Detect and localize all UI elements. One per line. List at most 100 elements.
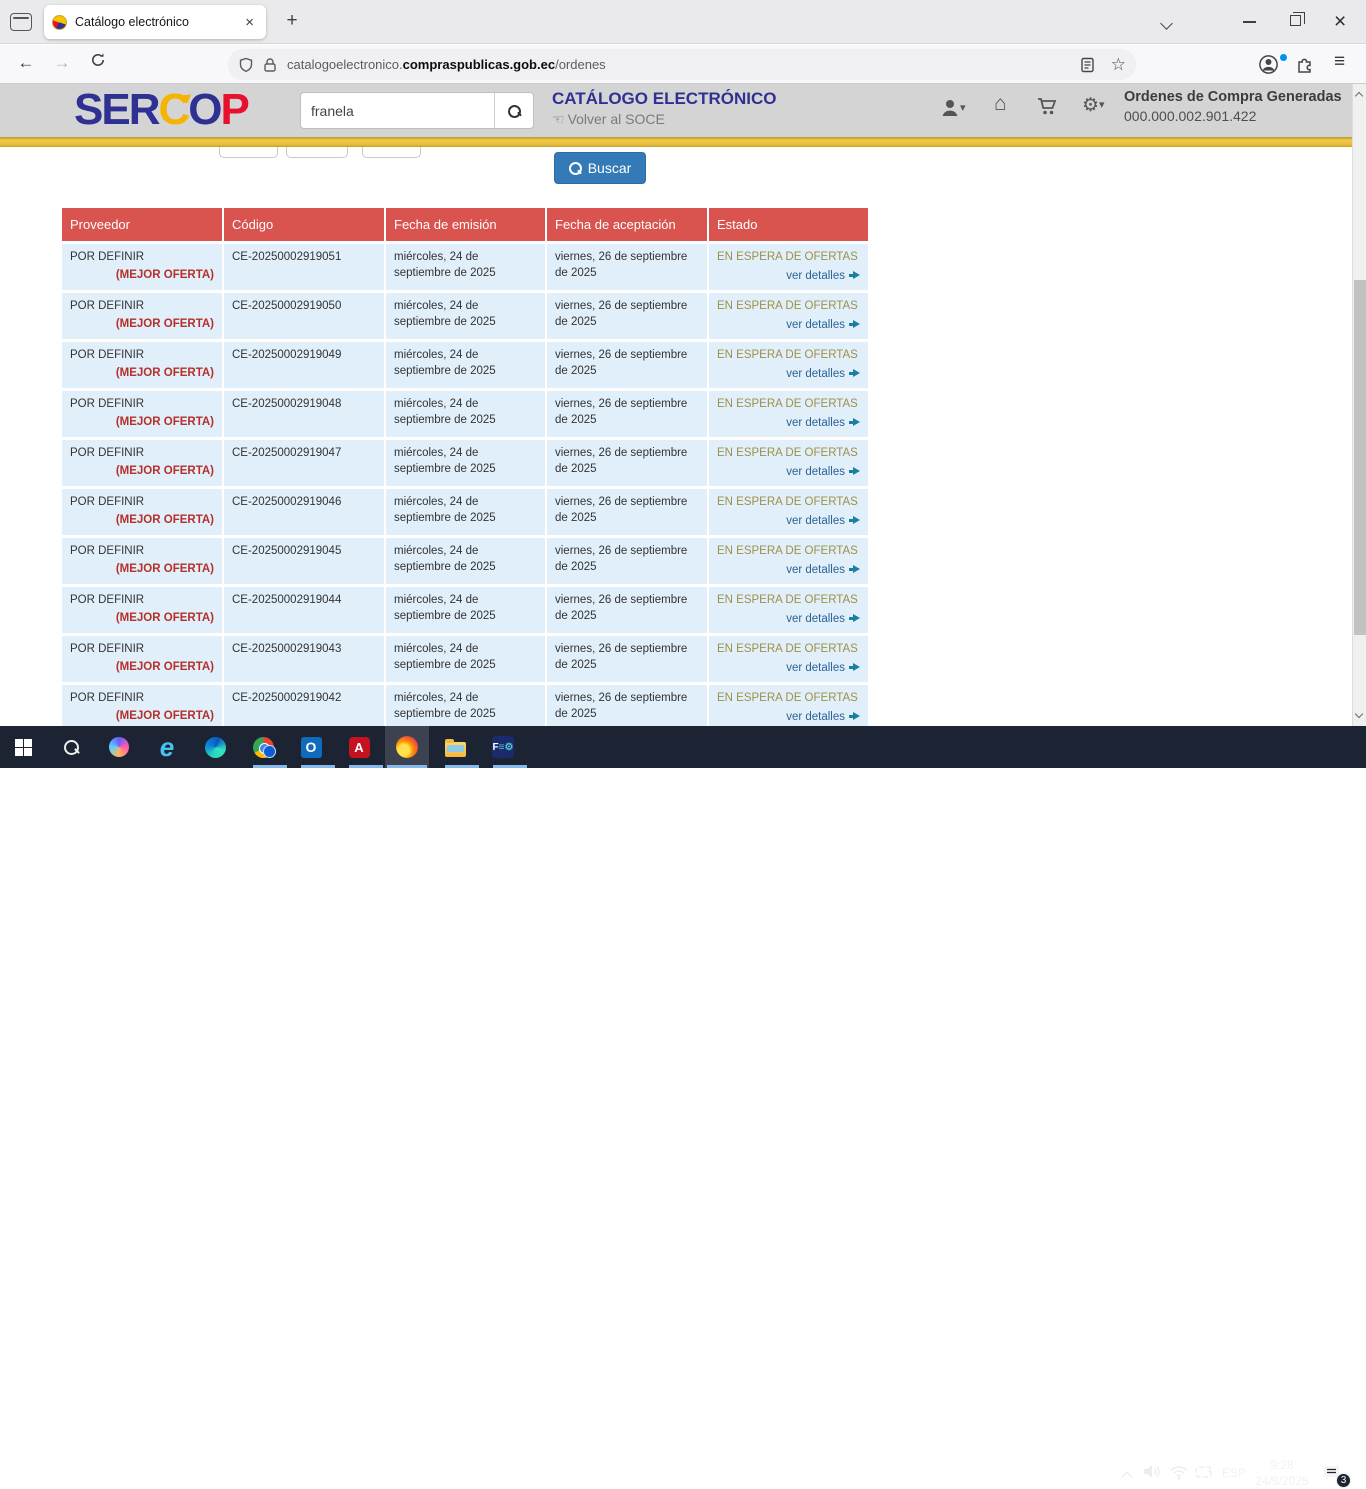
copilot-icon[interactable] — [107, 735, 131, 759]
best-offer-label: (MEJOR OFERTA) — [70, 660, 214, 676]
cart-icon[interactable] — [1037, 97, 1059, 122]
ver-detalles-link[interactable]: ver detalles — [786, 319, 845, 331]
scrollbar-thumb[interactable] — [1354, 280, 1366, 635]
acceptance-date: viernes, 26 de septiembre de 2025 — [547, 391, 707, 437]
acceptance-date: viernes, 26 de septiembre de 2025 — [547, 440, 707, 486]
order-code: CE-20250002919045 — [224, 538, 384, 584]
arrow-right-icon — [849, 418, 860, 427]
col-fecha-aceptacion: Fecha de aceptación — [547, 208, 707, 241]
tray-chevron-up-icon[interactable] — [1122, 1471, 1133, 1479]
window-restore-button[interactable] — [1290, 15, 1301, 26]
emission-date: miércoles, 24 de septiembre de 2025 — [386, 538, 545, 584]
volume-icon[interactable] — [1143, 1463, 1162, 1485]
ver-detalles-link[interactable]: ver detalles — [786, 466, 845, 478]
provider-name: POR DEFINIR — [70, 544, 214, 560]
forward-button: → — [50, 53, 74, 73]
scroll-up-icon[interactable] — [1356, 91, 1364, 99]
tab-close-icon[interactable]: × — [241, 14, 258, 31]
ver-detalles-link[interactable]: ver detalles — [786, 270, 845, 282]
chrome-icon[interactable] — [251, 735, 275, 759]
emission-date: miércoles, 24 de septiembre de 2025 — [386, 244, 545, 290]
status-label: EN ESPERA DE OFERTAS — [717, 642, 860, 658]
window-minimize-button[interactable] — [1243, 21, 1256, 23]
best-offer-label: (MEJOR OFERTA) — [70, 317, 214, 333]
status-label: EN ESPERA DE OFERTAS — [717, 299, 860, 315]
page-scrollbar[interactable] — [1352, 84, 1366, 726]
provider-name: POR DEFINIR — [70, 495, 214, 511]
ver-detalles-link[interactable]: ver detalles — [786, 711, 845, 723]
back-button[interactable]: ← — [14, 53, 38, 73]
col-estado: Estado — [709, 208, 868, 241]
home-icon[interactable]: ⌂ — [994, 93, 1007, 114]
best-offer-label: (MEJOR OFERTA) — [70, 464, 214, 480]
ver-detalles-link[interactable]: ver detalles — [786, 564, 845, 576]
ver-detalles-link[interactable]: ver detalles — [786, 515, 845, 527]
acceptance-date: viernes, 26 de septiembre de 2025 — [547, 685, 707, 726]
order-code: CE-20250002919047 — [224, 440, 384, 486]
browser-titlebar: Catálogo electrónico × + × — [0, 0, 1366, 44]
new-tab-button[interactable]: + — [280, 10, 304, 32]
catalog-search-button[interactable] — [494, 93, 533, 128]
ver-detalles-link[interactable]: ver detalles — [786, 613, 845, 625]
menu-hamburger-icon[interactable]: ≡ — [1334, 51, 1345, 73]
tab-list-chevron-icon[interactable] — [1162, 17, 1173, 28]
wifi-icon[interactable] — [1169, 1464, 1189, 1485]
firefox-view-icon[interactable] — [10, 13, 32, 31]
status-label: EN ESPERA DE OFERTAS — [717, 250, 860, 266]
reload-button[interactable] — [86, 52, 110, 73]
status-label: EN ESPERA DE OFERTAS — [717, 397, 860, 413]
extensions-puzzle-icon[interactable] — [1296, 55, 1314, 78]
table-row: POR DEFINIR (MEJOR OFERTA) CE-20250002919… — [62, 440, 868, 486]
best-offer-label: (MEJOR OFERTA) — [70, 611, 214, 627]
arrow-right-icon — [849, 320, 860, 329]
url-bar[interactable]: catalogoelectronico.compraspublicas.gob.… — [228, 49, 1136, 80]
order-code: CE-20250002919051 — [224, 244, 384, 290]
edge-icon[interactable] — [203, 735, 227, 759]
bookmark-star-icon[interactable]: ☆ — [1111, 55, 1126, 75]
provider-name: POR DEFINIR — [70, 642, 214, 658]
ver-detalles-link[interactable]: ver detalles — [786, 662, 845, 674]
provider-name: POR DEFINIR — [70, 446, 214, 462]
settings-menu-button[interactable]: ⚙▾ — [1082, 95, 1105, 116]
ver-detalles-link[interactable]: ver detalles — [786, 368, 845, 380]
volver-al-soce-link[interactable]: ☜Volver al SOCE — [552, 111, 665, 128]
provider-name: POR DEFINIR — [70, 250, 214, 266]
taskbar-clock[interactable]: 9:2824/9/2025 — [1247, 1457, 1317, 1489]
user-menu-button[interactable]: ▾ — [941, 98, 966, 119]
outlook-icon[interactable]: O — [299, 735, 323, 759]
start-button[interactable] — [11, 735, 35, 759]
browser-navbar: ← → catalogoelectronico.compraspublicas.… — [0, 45, 1366, 84]
arrow-right-icon — [849, 369, 860, 378]
sercop-logo[interactable]: SERCOP — [74, 85, 248, 135]
scroll-down-icon[interactable] — [1356, 711, 1364, 719]
file-explorer-icon[interactable] — [443, 735, 467, 759]
catalog-search-input[interactable] — [301, 93, 494, 128]
arrow-right-icon — [849, 467, 860, 476]
provider-name: POR DEFINIR — [70, 348, 214, 364]
site-favicon-icon — [52, 15, 67, 30]
account-notification-dot — [1280, 54, 1287, 61]
display-device-icon[interactable] — [1194, 1464, 1214, 1485]
internet-explorer-icon[interactable]: e — [155, 735, 179, 759]
f-app-icon[interactable]: F≡⚙ — [491, 735, 515, 759]
status-label: EN ESPERA DE OFERTAS — [717, 593, 860, 609]
table-header-row: Proveedor Código Fecha de emisión Fecha … — [62, 208, 868, 241]
shield-icon[interactable] — [238, 57, 254, 73]
taskbar-search-icon[interactable] — [59, 735, 83, 759]
lock-icon[interactable] — [263, 57, 277, 73]
language-indicator[interactable]: ESP — [1222, 1466, 1246, 1480]
window-close-button[interactable]: × — [1334, 10, 1346, 34]
reader-view-icon[interactable] — [1080, 57, 1095, 73]
account-icon[interactable] — [1258, 54, 1279, 80]
ver-detalles-link[interactable]: ver detalles — [786, 417, 845, 429]
order-code: CE-20250002919048 — [224, 391, 384, 437]
page-content: SERCOP CATÁLOGO ELECTRÓNICO ☜Volver al S… — [0, 84, 1352, 726]
acrobat-icon[interactable]: A — [347, 735, 371, 759]
buscar-button[interactable]: Buscar — [554, 152, 646, 184]
order-code: CE-20250002919042 — [224, 685, 384, 726]
order-code: CE-20250002919050 — [224, 293, 384, 339]
status-label: EN ESPERA DE OFERTAS — [717, 495, 860, 511]
browser-tab[interactable]: Catálogo electrónico × — [44, 5, 266, 39]
emission-date: miércoles, 24 de septiembre de 2025 — [386, 489, 545, 535]
firefox-icon[interactable] — [395, 735, 419, 759]
